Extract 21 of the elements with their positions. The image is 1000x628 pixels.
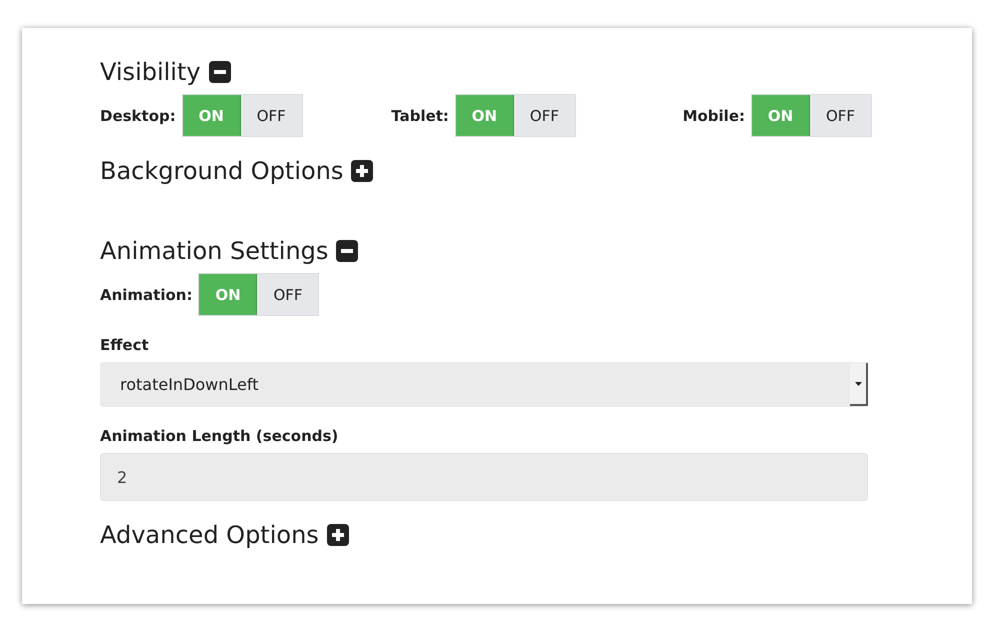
field-label: Animation Length (seconds) <box>100 427 340 445</box>
input-field[interactable]: 2 <box>100 453 868 501</box>
expand-icon[interactable] <box>326 524 349 546</box>
toggle-label: Tablet: <box>391 106 449 124</box>
section-title: Animation Settings <box>100 237 328 265</box>
toggle-label: Desktop: <box>100 106 176 124</box>
toggle-label: Animation: <box>100 286 192 304</box>
toggle-label: Mobile: <box>682 106 745 124</box>
caret-icon <box>854 382 862 386</box>
switch-option[interactable]: OFF <box>257 274 318 315</box>
section-title: Background Options <box>100 157 344 185</box>
expand-icon[interactable] <box>351 160 374 182</box>
collapse-icon[interactable] <box>208 61 231 83</box>
section-title: Visibility <box>100 58 201 86</box>
section-title: Advanced Options <box>100 521 319 549</box>
effect-dropdown[interactable]: rotateInDownLeft <box>100 362 868 407</box>
field-label: Effect <box>100 336 150 354</box>
collapse-icon[interactable] <box>336 240 358 262</box>
switch-option[interactable]: OFF <box>240 95 302 136</box>
switch-option[interactable]: OFF <box>514 95 575 136</box>
switch-option[interactable]: OFF <box>810 95 871 136</box>
